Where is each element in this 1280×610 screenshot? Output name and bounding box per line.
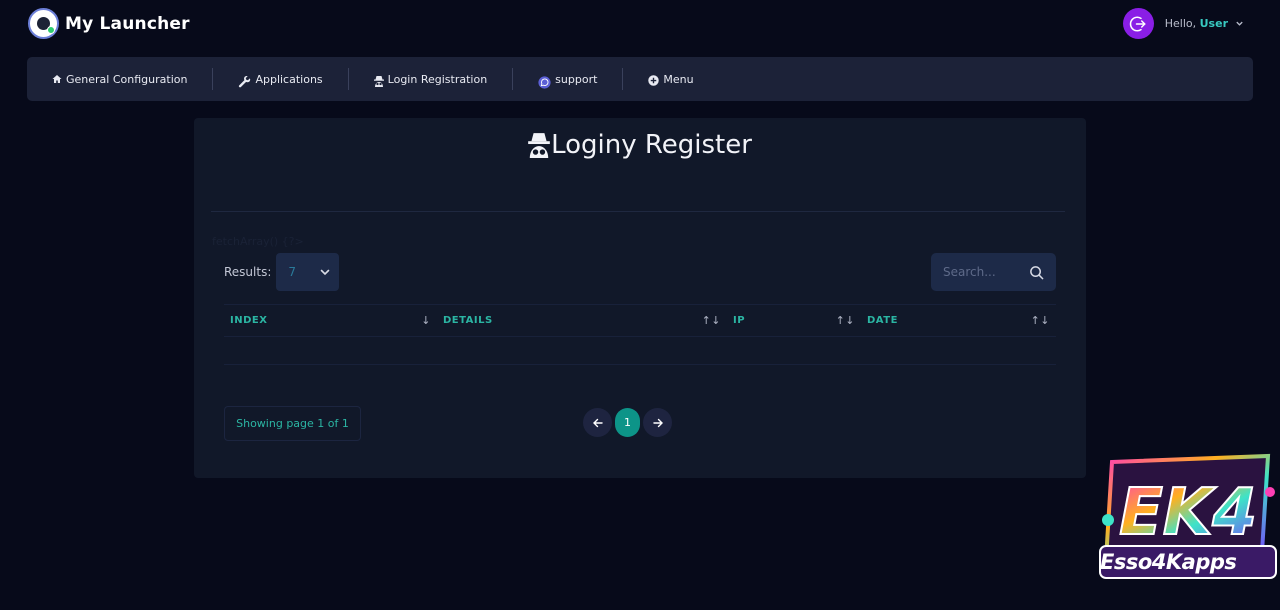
page-title: Loginy Register xyxy=(194,130,1086,160)
login-register-card: Loginy Register fetchArray() {?> Results… xyxy=(194,118,1086,478)
table-body-divider xyxy=(224,364,1056,365)
brand-logo-icon xyxy=(28,8,59,39)
user-greeting[interactable]: Hello, User xyxy=(1165,17,1228,30)
data-table: INDEX ↓ DETAILS ↑↓ IP ↑↓ DATE ↑↓ xyxy=(224,304,1056,365)
results-select-value: 7 xyxy=(288,265,297,279)
column-label: INDEX xyxy=(230,315,268,326)
nav-item-general-configuration[interactable]: General Configuration xyxy=(52,57,187,101)
page-title-text: Loginy Register xyxy=(551,130,752,160)
sort-icon: ↑↓ xyxy=(701,314,721,327)
logout-button[interactable] xyxy=(1122,8,1154,39)
arrow-right-icon xyxy=(652,418,663,427)
plus-circle-icon xyxy=(648,75,660,86)
column-label: DATE xyxy=(867,315,898,326)
nav-item-applications[interactable]: Applications xyxy=(238,57,323,101)
nav-divider xyxy=(622,68,624,90)
results-label: Results: xyxy=(224,265,272,279)
nav-item-label: support xyxy=(555,72,598,86)
user-name: User xyxy=(1199,17,1228,30)
search-icon[interactable] xyxy=(1029,265,1044,280)
column-label: DETAILS xyxy=(443,315,493,326)
pagination-info: Showing page 1 of 1 xyxy=(224,406,361,441)
arrow-left-icon xyxy=(592,418,603,427)
logout-icon xyxy=(1130,16,1146,31)
search-box xyxy=(931,253,1056,291)
nav-item-label: General Configuration xyxy=(66,72,188,86)
table-header: INDEX ↓ DETAILS ↑↓ IP ↑↓ DATE ↑↓ xyxy=(224,304,1056,337)
chevron-down-icon xyxy=(321,269,330,276)
next-page-button[interactable] xyxy=(643,408,672,437)
title-divider xyxy=(211,211,1065,212)
search-input[interactable] xyxy=(943,265,1023,279)
whatsapp-icon xyxy=(538,75,551,89)
column-header-details[interactable]: DETAILS ↑↓ xyxy=(437,305,727,336)
main-nav: General Configuration Applications Login… xyxy=(27,57,1253,101)
brand[interactable]: My Launcher xyxy=(28,8,190,39)
nav-item-login-registration[interactable]: Login Registration xyxy=(373,57,488,101)
nav-divider xyxy=(512,68,514,90)
results-per-page: Results: 7 xyxy=(224,253,340,291)
column-label: IP xyxy=(733,315,746,326)
sort-icon: ↑↓ xyxy=(1030,314,1050,327)
wrench-icon xyxy=(238,75,251,88)
sort-icon: ↑↓ xyxy=(835,314,855,327)
nav-divider xyxy=(212,68,214,90)
column-header-date[interactable]: DATE ↑↓ xyxy=(861,305,1056,336)
column-header-ip[interactable]: IP ↑↓ xyxy=(727,305,861,336)
prev-page-button[interactable] xyxy=(583,408,612,437)
chevron-down-icon[interactable] xyxy=(1235,19,1244,28)
nav-item-label: Applications xyxy=(255,72,323,86)
home-icon xyxy=(52,74,62,84)
watermark-text: Esso4Kapps xyxy=(1100,550,1237,574)
debug-text: fetchArray() {?> xyxy=(212,235,304,248)
user-area: Hello, User xyxy=(1122,8,1244,39)
nav-item-menu[interactable]: Menu xyxy=(648,57,694,101)
svg-text:EK4: EK4 xyxy=(1119,476,1257,550)
page-button-1[interactable]: 1 xyxy=(615,408,640,437)
nav-item-support[interactable]: support xyxy=(538,57,597,101)
nav-item-label: Login Registration xyxy=(387,72,488,86)
nav-divider xyxy=(347,68,349,90)
column-header-index[interactable]: INDEX ↓ xyxy=(224,305,437,336)
pagination: 1 xyxy=(583,408,674,437)
top-bar: My Launcher Hello, User xyxy=(0,0,1280,46)
greeting-text: Hello, xyxy=(1164,17,1197,30)
incognito-icon xyxy=(528,132,550,158)
esso4kapps-logo: EK4 Esso4Kapps xyxy=(1090,452,1280,592)
sort-icon: ↓ xyxy=(421,314,431,327)
app-title: My Launcher xyxy=(65,13,190,34)
incognito-icon xyxy=(373,75,384,87)
nav-item-label: Menu xyxy=(663,72,694,86)
results-select[interactable]: 7 xyxy=(276,253,340,291)
